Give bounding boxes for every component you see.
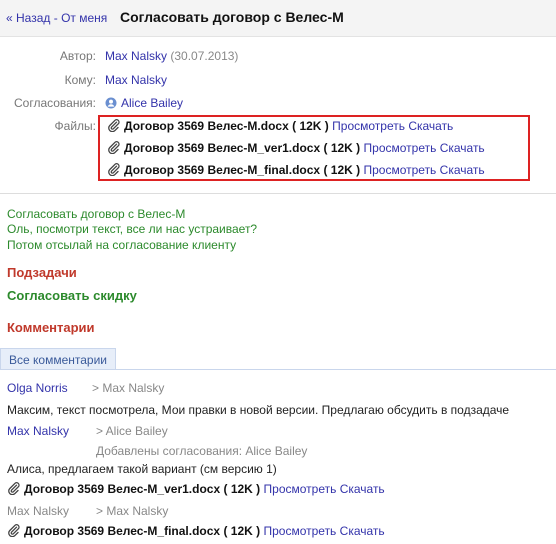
download-file-link[interactable]: Скачать bbox=[408, 119, 453, 133]
section-divider bbox=[0, 193, 556, 194]
download-file-link[interactable]: Скачать bbox=[440, 141, 485, 155]
comment-recipient: > Max Nalsky bbox=[96, 504, 169, 518]
file-size: ( 12K ) bbox=[223, 482, 261, 496]
comment-file-item: Договор 3569 Велес-M_final.docx ( 12K ) … bbox=[7, 524, 385, 538]
comment-recipient: > Max Nalsky bbox=[92, 381, 165, 395]
to-field: Max Nalsky bbox=[105, 73, 167, 87]
comment-text: Максим, текст посмотрела, Мои правки в н… bbox=[7, 403, 510, 417]
file-size: ( 12K ) bbox=[223, 524, 261, 538]
comment-author: Max Nalsky bbox=[7, 504, 70, 518]
from-me-link[interactable]: От меня bbox=[61, 11, 107, 25]
files-label: Файлы: bbox=[54, 119, 96, 133]
file-size: ( 12K ) bbox=[323, 163, 361, 177]
author-link[interactable]: Max Nalsky bbox=[105, 49, 167, 63]
tab-all-comments[interactable]: Все комментарии bbox=[0, 348, 116, 370]
tab-underline bbox=[0, 369, 556, 370]
description-line: Согласовать договор с Велес-М bbox=[7, 207, 186, 221]
comments-heading: Комментарии bbox=[7, 320, 95, 335]
page-title: Согласовать договор с Велес-М bbox=[120, 9, 344, 25]
download-file-link[interactable]: Скачать bbox=[340, 482, 385, 496]
comment-system-note: Добавлены согласования: Alice Bailey bbox=[96, 444, 308, 458]
comment-header: Max Nalsky bbox=[7, 424, 69, 438]
paperclip-icon bbox=[107, 163, 120, 176]
view-file-link[interactable]: Просмотреть bbox=[364, 141, 437, 155]
approver-link[interactable]: Alice Bailey bbox=[121, 96, 183, 110]
comment-author-link[interactable]: Olga Norris bbox=[7, 381, 68, 395]
comment-header: Olga Norris bbox=[7, 381, 68, 395]
author-label: Автор: bbox=[59, 49, 96, 63]
view-file-link[interactable]: Просмотреть bbox=[263, 524, 336, 538]
subtask-link[interactable]: Согласовать скидку bbox=[7, 288, 137, 303]
subtasks-heading: Подзадачи bbox=[7, 265, 77, 280]
download-file-link[interactable]: Скачать bbox=[440, 163, 485, 177]
view-file-link[interactable]: Просмотреть bbox=[264, 482, 337, 496]
paperclip-icon bbox=[107, 119, 120, 132]
author-field: Max Nalsky (30.07.2013) bbox=[105, 49, 238, 63]
to-link[interactable]: Max Nalsky bbox=[105, 73, 167, 87]
file-name: Договор 3569 Велес-M_final.docx bbox=[24, 524, 221, 538]
breadcrumb: « Назад - От меня bbox=[6, 11, 107, 25]
file-name: Договор 3569 Велес-M_final.docx bbox=[124, 163, 321, 177]
file-name: Договор 3569 Велес-M.docx bbox=[124, 119, 289, 133]
file-item: Договор 3569 Велес-M_final.docx ( 12K ) … bbox=[107, 163, 485, 177]
view-file-link[interactable]: Просмотреть bbox=[332, 119, 405, 133]
paperclip-icon bbox=[7, 524, 20, 537]
paperclip-icon bbox=[7, 482, 20, 495]
comment-text: Алиса, предлагаем такой вариант (см верс… bbox=[7, 462, 277, 476]
comment-recipient: > Alice Bailey bbox=[96, 424, 168, 438]
user-avatar-icon bbox=[105, 97, 117, 109]
comment-author-link[interactable]: Max Nalsky bbox=[7, 424, 69, 438]
file-item: Договор 3569 Велес-M_ver1.docx ( 12K ) П… bbox=[107, 141, 485, 155]
author-date: (30.07.2013) bbox=[170, 49, 239, 63]
file-name: Договор 3569 Велес-M_ver1.docx bbox=[24, 482, 221, 496]
file-item: Договор 3569 Велес-M.docx ( 12K ) Просмо… bbox=[107, 119, 453, 133]
download-file-link[interactable]: Скачать bbox=[340, 524, 385, 538]
to-label: Кому: bbox=[64, 73, 96, 87]
view-file-link[interactable]: Просмотреть bbox=[363, 163, 436, 177]
approvals-field: Alice Bailey bbox=[105, 96, 183, 110]
file-name: Договор 3569 Велес-M_ver1.docx bbox=[124, 141, 321, 155]
description-line: Потом отсылай на согласование клиенту bbox=[7, 238, 237, 252]
paperclip-icon bbox=[107, 141, 120, 154]
approvals-label: Согласования: bbox=[13, 96, 96, 110]
comment-file-item: Договор 3569 Велес-M_ver1.docx ( 12K ) П… bbox=[7, 482, 385, 496]
file-size: ( 12K ) bbox=[323, 141, 361, 155]
back-link[interactable]: « Назад bbox=[6, 11, 50, 25]
breadcrumb-separator: - bbox=[53, 11, 58, 25]
file-size: ( 12K ) bbox=[292, 119, 329, 133]
description-line: Оль, посмотри текст, все ли нас устраива… bbox=[7, 222, 258, 236]
